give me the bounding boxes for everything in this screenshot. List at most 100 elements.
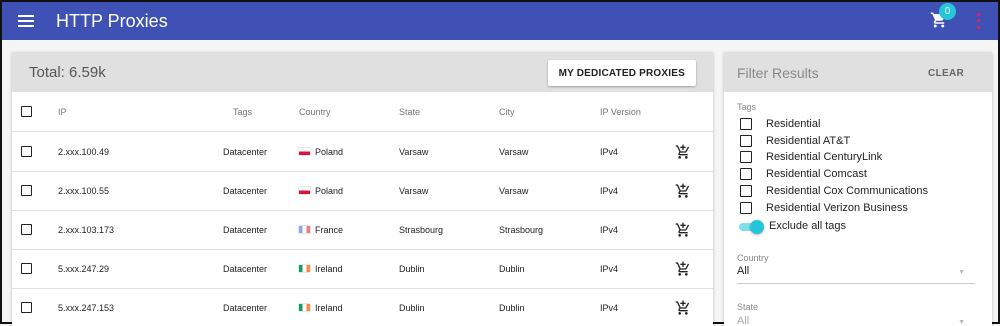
table-header-bar: Total: 6.59k MY DEDICATED PROXIES xyxy=(12,52,713,92)
cell-ip-version: IPv4 xyxy=(600,146,619,157)
country-label: Country xyxy=(737,253,769,263)
country-select-value: All xyxy=(737,265,750,277)
cell-tags: Datacenter xyxy=(223,185,268,196)
flag-icon xyxy=(299,226,310,233)
select-all-checkbox[interactable] xyxy=(21,106,32,117)
add-to-cart-icon[interactable] xyxy=(675,144,691,160)
cell-city: Strasbourg xyxy=(499,224,544,235)
cell-state: Varsaw xyxy=(399,146,429,157)
tag-filter-option[interactable]: Residential Verizon Business xyxy=(740,200,908,216)
tag-filter-option[interactable]: Residential AT&T xyxy=(740,133,850,149)
tag-filter-option[interactable]: Residential CenturyLink xyxy=(740,149,882,165)
cell-ip-version: IPv4 xyxy=(600,224,619,235)
chevron-down-icon: ▼ xyxy=(958,269,965,276)
cell-state: Varsaw xyxy=(399,185,429,196)
tag-label: Residential CenturyLink xyxy=(766,151,883,164)
cell-tags: Datacenter xyxy=(223,263,268,274)
tag-checkbox[interactable] xyxy=(740,151,752,164)
cell-country: Poland xyxy=(315,146,344,157)
total-count: Total: 6.59k xyxy=(29,63,106,81)
cell-ip: 5.xxx.247.29 xyxy=(58,263,110,274)
page-title: HTTP Proxies xyxy=(56,10,168,31)
column-header-tags[interactable]: Tags xyxy=(233,92,252,131)
table-row: 5.xxx.247.153 Datacenter Ireland Dublin … xyxy=(12,288,713,326)
app-bar: HTTP Proxies 0 xyxy=(2,2,998,40)
row-checkbox[interactable] xyxy=(21,302,32,313)
state-select[interactable]: All ▼ xyxy=(737,315,975,326)
chevron-down-icon: ▼ xyxy=(958,319,965,326)
menu-icon[interactable] xyxy=(14,2,38,40)
tag-filter-option[interactable]: Residential xyxy=(740,116,820,132)
cell-state: Dublin xyxy=(399,302,425,313)
country-select[interactable]: All ▼ xyxy=(737,265,975,284)
add-to-cart-icon[interactable] xyxy=(675,300,691,316)
cell-city: Varsaw xyxy=(499,146,529,157)
my-dedicated-proxies-button[interactable]: MY DEDICATED PROXIES xyxy=(547,60,696,86)
add-to-cart-icon[interactable] xyxy=(675,222,691,238)
add-to-cart-icon[interactable] xyxy=(675,261,691,277)
cell-country: Poland xyxy=(315,185,344,196)
cell-tags: Datacenter xyxy=(223,302,268,313)
cell-country: Ireland xyxy=(315,263,343,274)
filter-results-panel: Filter Results CLEAR Tags Residential Res… xyxy=(724,52,992,326)
proxy-table-card: Total: 6.59k MY DEDICATED PROXIES IP Tag… xyxy=(12,52,713,326)
cell-ip-version: IPv4 xyxy=(600,185,619,196)
table-row: 2.xxx.103.173 Datacenter France Strasbou… xyxy=(12,210,713,250)
column-header-ip[interactable]: IP xyxy=(58,92,67,131)
filter-title: Filter Results xyxy=(737,65,819,81)
flag-icon xyxy=(299,187,310,194)
cell-state: Strasbourg xyxy=(399,224,444,235)
tag-label: Residential AT&T xyxy=(766,134,851,147)
filter-header: Filter Results CLEAR xyxy=(724,52,992,92)
cell-country: France xyxy=(315,224,344,235)
column-header-state[interactable]: State xyxy=(399,92,420,131)
cell-city: Dublin xyxy=(499,263,525,274)
column-header-ip-version[interactable]: IP Version xyxy=(600,92,641,131)
cell-ip: 2.xxx.100.55 xyxy=(58,185,110,196)
tag-checkbox[interactable] xyxy=(740,184,752,197)
tag-filter-option[interactable]: Residential Comcast xyxy=(740,166,867,182)
cell-ip: 2.xxx.103.173 xyxy=(58,224,115,235)
flag-icon xyxy=(299,304,310,311)
clear-button[interactable]: CLEAR xyxy=(928,68,964,79)
row-checkbox[interactable] xyxy=(21,146,32,157)
tag-label: Residential Comcast xyxy=(766,168,867,181)
tag-checkbox[interactable] xyxy=(740,118,752,130)
column-header-country[interactable]: Country xyxy=(299,92,331,131)
cell-country: Ireland xyxy=(315,302,343,313)
cell-city: Varsaw xyxy=(499,185,529,196)
cell-tags: Datacenter xyxy=(223,224,268,235)
cell-ip-version: IPv4 xyxy=(600,302,619,313)
cell-ip: 2.xxx.100.49 xyxy=(58,146,110,157)
table-header-row: IP Tags Country State City IP Version xyxy=(12,92,713,132)
more-vert-icon[interactable] xyxy=(974,11,982,31)
table-row: 2.xxx.100.55 Datacenter Poland Varsaw Va… xyxy=(12,171,713,211)
cell-city: Dublin xyxy=(499,302,525,313)
tag-checkbox[interactable] xyxy=(740,134,752,147)
cart-button[interactable]: 0 xyxy=(930,3,956,31)
tag-label: Residential Verizon Business xyxy=(766,201,908,214)
row-checkbox[interactable] xyxy=(21,224,32,235)
tags-label: Tags xyxy=(737,102,757,112)
tag-label: Residential xyxy=(766,118,821,130)
table-row: 5.xxx.247.29 Datacenter Ireland Dublin D… xyxy=(12,249,713,289)
flag-icon xyxy=(299,148,310,155)
column-header-city[interactable]: City xyxy=(499,92,515,131)
exclude-all-tags-label: Exclude all tags xyxy=(769,220,847,232)
cell-state: Dublin xyxy=(399,263,425,274)
state-label: State xyxy=(737,302,759,312)
tag-label: Residential Cox Communications xyxy=(766,184,929,197)
exclude-all-tags-toggle[interactable] xyxy=(739,220,764,234)
tag-checkbox[interactable] xyxy=(740,168,752,181)
row-checkbox[interactable] xyxy=(21,263,32,274)
add-to-cart-icon[interactable] xyxy=(675,183,691,199)
state-select-value: All xyxy=(737,315,750,326)
table-row: 2.xxx.100.49 Datacenter Poland Varsaw Va… xyxy=(12,132,713,172)
tag-checkbox[interactable] xyxy=(740,201,752,214)
cart-count-badge: 0 xyxy=(939,3,956,20)
cell-ip-version: IPv4 xyxy=(600,263,619,274)
cell-tags: Datacenter xyxy=(223,146,268,157)
tag-filter-option[interactable]: Residential Cox Communications xyxy=(740,183,928,199)
row-checkbox[interactable] xyxy=(21,185,32,196)
cell-ip: 5.xxx.247.153 xyxy=(58,302,115,313)
